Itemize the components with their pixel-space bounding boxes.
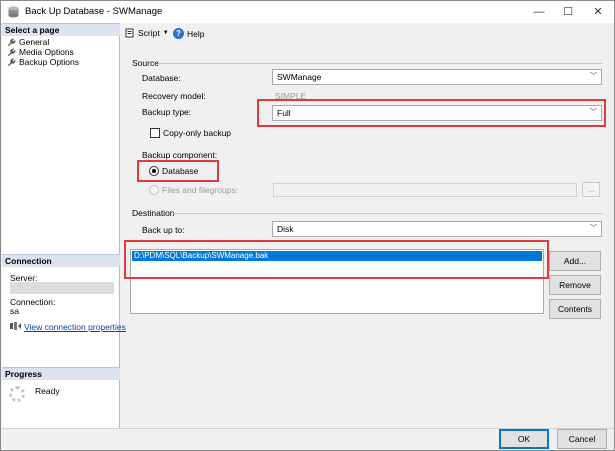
cancel-button[interactable]: Cancel [557,429,607,449]
chevron-down-icon[interactable]: ▼ [163,30,169,36]
page-general[interactable]: General [7,37,49,47]
copy-only-label: Copy-only backup [163,128,232,138]
chevron-down-icon: ﹀ [590,73,597,80]
backup-type-value: Full [277,108,291,118]
database-value: SWManage [277,72,322,82]
toolbar: Script ▼ ? Help [121,23,614,45]
back-up-to-value: Disk [277,224,294,234]
remove-button[interactable]: Remove [549,275,601,295]
files-filegroups-radio[interactable] [149,185,159,195]
backup-component-label: Backup component: [142,150,218,160]
database-label: Database: [142,73,181,83]
view-connection-properties-link[interactable]: View connection properties [24,322,126,332]
ok-button[interactable]: OK [499,429,549,449]
browse-filegroups-button[interactable]: ... [582,182,600,197]
maximize-button[interactable]: ☐ [553,1,583,23]
add-button[interactable]: Add... [549,251,601,271]
minimize-button[interactable]: — [524,1,554,23]
database-radio-label: Database [162,166,199,176]
dialog-footer: OK Cancel [2,428,614,450]
backup-destinations-list[interactable]: D:\PDM\SQL\Backup\SWManage.bak [130,249,544,314]
contents-button[interactable]: Contents [549,299,601,319]
chevron-down-icon: ﹀ [590,109,597,116]
close-button[interactable]: ✕ [583,1,613,23]
source-group-label: Source [132,58,159,68]
database-icon [8,6,19,18]
page-label: Backup Options [19,57,80,67]
database-radio[interactable] [149,166,159,176]
list-item[interactable]: D:\PDM\SQL\Backup\SWManage.bak [132,251,542,261]
connection-header: Connection [2,254,120,267]
chevron-down-icon: ﹀ [590,225,597,232]
backup-type-select[interactable]: Full ﹀ [272,105,602,121]
connection-properties-icon [10,322,21,330]
page-media-options[interactable]: Media Options [7,47,74,57]
title-bar: Back Up Database - SWManage — ☐ ✕ [1,1,614,23]
window-title: Back Up Database - SWManage [25,6,163,17]
copy-only-checkbox[interactable] [150,128,160,138]
page-label: General [19,37,50,47]
wrench-icon [7,48,16,56]
page-label: Media Options [19,47,74,57]
script-button[interactable]: Script ▼ [125,28,169,38]
progress-spinner-icon [9,386,25,402]
page-backup-options[interactable]: Backup Options [7,57,79,67]
left-pane: Select a page General Media Options Back… [2,23,126,428]
progress-header: Progress [2,367,120,380]
help-icon: ? [173,28,184,39]
recovery-model-label: Recovery model: [142,91,206,101]
backup-type-label: Backup type: [142,107,192,117]
wrench-icon [7,58,16,66]
wrench-icon [7,38,16,46]
help-label: Help [187,28,205,39]
backup-database-dialog: Back Up Database - SWManage — ☐ ✕ Select… [0,0,615,451]
database-select[interactable]: SWManage ﹀ [272,69,602,85]
progress-status: Ready [35,386,60,396]
back-up-to-select[interactable]: Disk ﹀ [272,221,602,237]
recovery-model-value: SIMPLE [275,91,307,101]
source-divider [158,63,603,64]
select-page-header: Select a page [2,23,120,36]
script-label: Script [138,28,160,38]
server-value-redacted [10,282,114,294]
destination-divider [173,213,603,214]
destination-group-label: Destination [132,208,175,218]
help-button[interactable]: ? Help [173,28,204,39]
connection-value: sa [10,306,19,316]
files-filegroups-label: Files and filegroups: [162,185,239,195]
files-filegroups-field [273,183,577,197]
script-icon [125,28,134,38]
back-up-to-label: Back up to: [142,225,185,235]
